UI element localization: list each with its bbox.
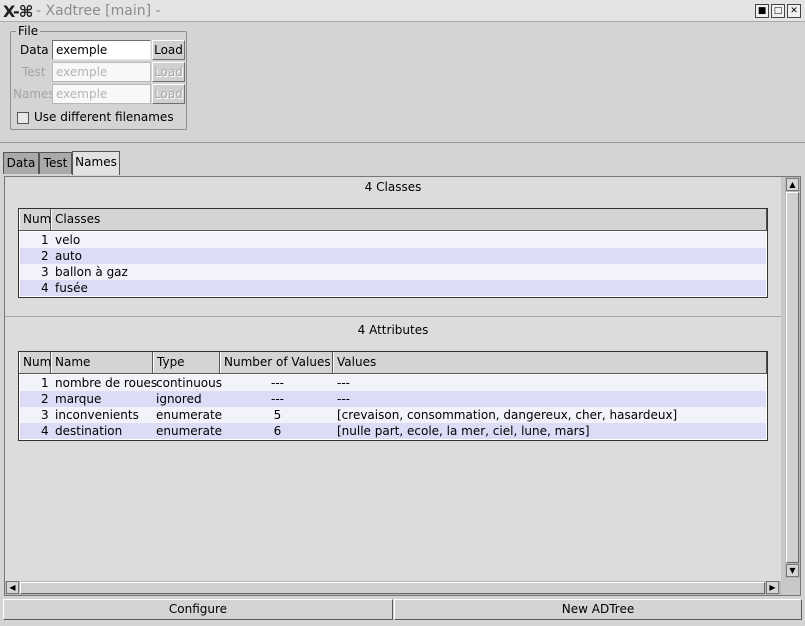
table-row[interactable]: 4 fusée <box>20 280 766 296</box>
test-label: Test <box>22 65 46 79</box>
cell-values: --- <box>337 376 350 390</box>
cell-number-of-values: 6 <box>273 424 282 438</box>
test-file-field[interactable]: exemple <box>52 62 151 82</box>
attributes-table: Num Name Type Number of Values Values 1 … <box>18 351 768 441</box>
names-load-button[interactable]: Load <box>152 84 185 104</box>
data-load-button[interactable]: Load <box>152 40 185 60</box>
classes-title: 4 Classes <box>364 180 422 194</box>
cell-num: 2 <box>41 392 49 406</box>
cell-class: velo <box>55 233 81 247</box>
close-button[interactable]: ✕ <box>787 4 801 18</box>
column-header-num[interactable]: Num <box>19 352 51 373</box>
column-header-number-of-values[interactable]: Number of Values <box>220 352 333 373</box>
cell-values: [nulle part, ecole, la mer, ciel, lune, … <box>337 424 590 438</box>
names-label: Names <box>13 87 55 101</box>
cell-num: 4 <box>41 424 49 438</box>
cell-class: ballon à gaz <box>55 265 128 279</box>
table-row[interactable]: 2 marque ignored --- --- <box>20 391 766 407</box>
scroll-down-icon[interactable]: ▼ <box>786 564 799 577</box>
vertical-scroll-thumb[interactable] <box>786 192 799 563</box>
test-load-button[interactable]: Load <box>152 62 185 82</box>
cell-values: [crevaison, consommation, dangereux, che… <box>337 408 678 422</box>
cell-type: enumerate <box>156 424 223 438</box>
scroll-left-icon[interactable]: ◀ <box>6 581 19 594</box>
data-file-field[interactable]: exemple <box>52 40 151 60</box>
different-filenames-checkbox[interactable] <box>17 112 29 124</box>
new-adtree-button[interactable]: New ADTree <box>394 599 802 620</box>
cell-name: destination <box>55 424 123 438</box>
table-row[interactable]: 1 velo <box>20 232 766 248</box>
classes-table: Num Classes 1 velo 2 auto 3 ballon à gaz… <box>18 208 768 298</box>
window-title: - Xadtree [main] - <box>36 3 161 19</box>
horizontal-scrollbar[interactable]: ◀ ▶ <box>5 581 781 595</box>
cell-num: 2 <box>41 249 49 263</box>
maximize-button[interactable]: □ <box>771 4 785 18</box>
cell-name: nombre de roues <box>55 376 158 390</box>
cell-num: 3 <box>41 265 49 279</box>
cell-number-of-values: 5 <box>273 408 282 422</box>
configure-button[interactable]: Configure <box>3 599 393 620</box>
column-header-values[interactable]: Values <box>333 352 767 373</box>
scroll-up-icon[interactable]: ▲ <box>786 178 799 191</box>
attributes-title: 4 Attributes <box>357 323 429 337</box>
cell-num: 1 <box>41 376 49 390</box>
cell-class: auto <box>55 249 83 263</box>
different-filenames-label: Use different filenames <box>34 110 174 124</box>
cell-name: marque <box>55 392 102 406</box>
separator <box>0 142 805 143</box>
cell-values: --- <box>337 392 350 406</box>
cell-num: 4 <box>41 281 49 295</box>
cell-class: fusée <box>55 281 88 295</box>
tab-names[interactable]: Names <box>72 151 120 175</box>
cell-num: 3 <box>41 408 49 422</box>
cell-type: ignored <box>156 392 202 406</box>
column-header-name[interactable]: Name <box>51 352 153 373</box>
table-row[interactable]: 1 nombre de roues continuous --- --- <box>20 375 766 391</box>
attributes-header: Num Name Type Number of Values Values <box>19 352 767 374</box>
table-row[interactable]: 3 ballon à gaz <box>20 264 766 280</box>
tab-test[interactable]: Test <box>39 152 72 174</box>
data-label: Data <box>20 43 49 57</box>
cell-num: 1 <box>41 233 49 247</box>
horizontal-scroll-thumb[interactable] <box>20 582 765 594</box>
column-header-num[interactable]: Num <box>19 209 51 230</box>
scroll-right-icon[interactable]: ▶ <box>766 581 779 594</box>
names-file-field[interactable]: exemple <box>52 84 151 104</box>
table-row[interactable]: 4 destination enumerate 6 [nulle part, e… <box>20 423 766 439</box>
x-logo-icon: X-⌘ <box>3 2 33 21</box>
cell-name: inconvenients <box>55 408 139 422</box>
tab-data[interactable]: Data <box>3 152 39 174</box>
column-header-type[interactable]: Type <box>153 352 220 373</box>
section-divider <box>5 316 781 317</box>
file-group-legend: File <box>16 24 41 38</box>
cell-type: enumerate <box>156 408 223 422</box>
table-row[interactable]: 3 inconvenients enumerate 5 [crevaison, … <box>20 407 766 423</box>
cell-number-of-values: --- <box>271 376 284 390</box>
classes-header: Num Classes <box>19 209 767 231</box>
minimize-button[interactable]: ■ <box>755 4 769 18</box>
cell-type: continuous <box>156 376 222 390</box>
column-header-classes[interactable]: Classes <box>51 209 767 230</box>
table-row[interactable]: 2 auto <box>20 248 766 264</box>
title-bar: X-⌘ - Xadtree [main] - ■ □ ✕ <box>0 0 805 22</box>
vertical-scrollbar[interactable]: ▲ ▼ <box>785 177 800 578</box>
cell-number-of-values: --- <box>271 392 284 406</box>
